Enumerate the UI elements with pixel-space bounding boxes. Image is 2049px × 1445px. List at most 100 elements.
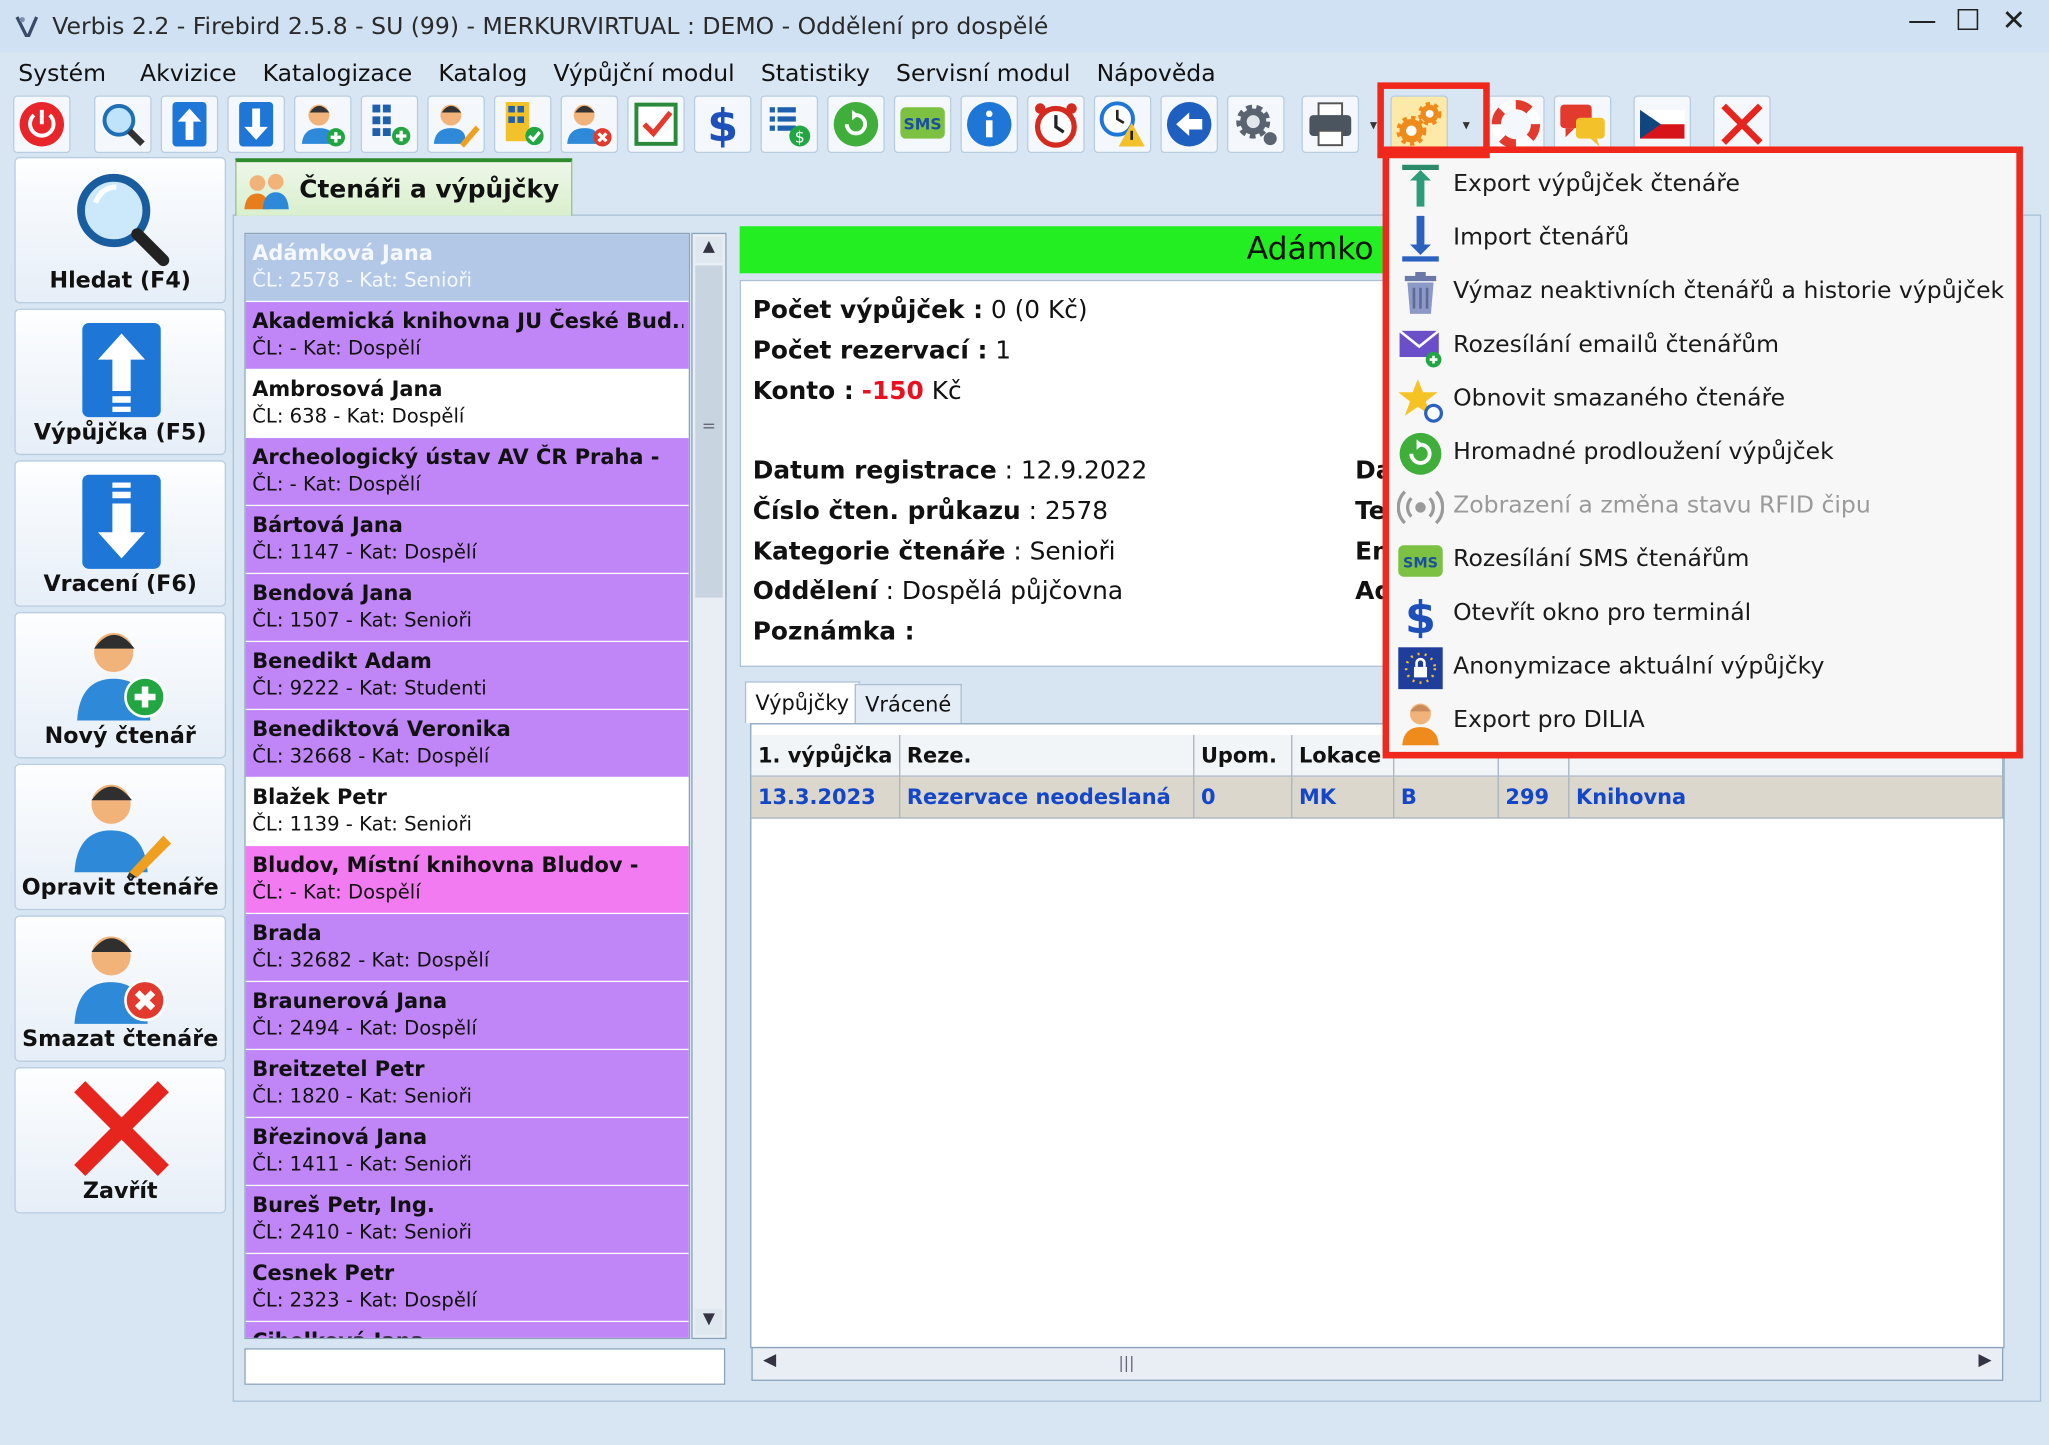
list-item[interactable]: Ambrosová Jana ČL: 638 - Kat: Dospělí [245,370,689,439]
loan-tool-button[interactable] [160,95,219,154]
reader-name: Braunerová Jana [252,988,448,1014]
list-item[interactable]: Akademická knihovna JU České Bud... ČL: -… [245,302,689,371]
list-item[interactable]: Bártová Jana ČL: 1147 - Kat: Dospělí [245,506,689,575]
list-item[interactable]: Adámková Jana ČL: 2578 - Kat: Senioři [245,234,689,303]
back-tool-button[interactable] [1160,95,1218,154]
add-list-tool-button[interactable] [360,95,419,154]
scroll-up-arrow[interactable]: ▲ [695,236,723,263]
refresh-tool-button[interactable] [827,95,885,154]
language-tool-button[interactable] [1633,95,1691,154]
nav-return-label: Vracení (F6) [43,571,197,598]
menu-system[interactable]: Systém [0,60,119,87]
maximize-button[interactable]: ☐ [1946,5,1990,38]
list-item[interactable]: Benediktová Veronika ČL: 32668 - Kat: Dos… [245,710,689,779]
menu-napoveda[interactable]: Nápověda [1084,60,1229,87]
sms-tool-button[interactable]: SMS [893,95,952,154]
reader-list[interactable]: Adámková Jana ČL: 2578 - Kat: Senioři Akad… [244,232,690,1340]
registration-value: : 12.9.2022 [1004,456,1148,486]
nav-close-label: Zavřít [82,1178,158,1205]
list-item[interactable]: Brada ČL: 32682 - Kat: Dospělí [245,914,689,983]
card-number-row: Číslo čten. průkazu : 2578 [753,497,1108,526]
reader-info: ČL: 2410 - Kat: Senioři [252,1220,472,1244]
tab-returned[interactable]: Vrácené [854,683,962,724]
col-reminder[interactable]: Upom. [1194,734,1293,777]
close-tool-button[interactable] [1713,95,1771,154]
reader-info: ČL: 32682 - Kat: Dospělí [252,948,490,972]
overdue-tool-button[interactable] [1093,95,1152,154]
tab-readers-loans[interactable]: Čtenáři a výpůjčky [235,158,573,216]
add-reader-tool-button[interactable] [294,95,352,154]
scroll-down-arrow[interactable]: ▼ [695,1309,723,1336]
nav-delete-reader-button[interactable]: Smazat čtenáře [14,915,227,1062]
check-tool-button[interactable] [627,95,685,154]
remove-reader-tool-button[interactable] [560,95,619,154]
scroll-thumb[interactable]: = [695,265,723,598]
highlight-frame-dropdown [1382,146,2023,759]
account-row: Konto : -150 Kč [753,377,962,406]
nav-return-button[interactable]: Vracení (F6) [14,460,227,607]
reader-info: ČL: 2578 - Kat: Senioři [252,268,472,292]
menu-statistiky[interactable]: Statistiky [748,60,883,87]
col-location[interactable]: Lokace [1292,734,1395,777]
list-item[interactable]: Březinová Jana ČL: 1411 - Kat: Senioři [245,1118,689,1187]
return-tool-button[interactable] [227,95,285,154]
list-item[interactable]: Bureš Petr, Ing. ČL: 2410 - Kat: Senioři [245,1186,689,1255]
magnifier-icon [77,173,170,267]
menu-katalog[interactable]: Katalog [425,60,540,87]
menu-akvizice[interactable]: Akvizice [119,60,249,87]
print-tool-button[interactable] [1301,95,1360,154]
settings-tool-button[interactable] [1227,95,1285,154]
list-check-icon [505,102,544,146]
cell-reminder: 0 [1194,776,1293,819]
settings-gear-icon [1236,104,1277,146]
title-bar: Verbis 2.2 - Firebird 2.5.8 - SU (99) - … [0,0,2049,53]
messages-tool-button[interactable] [1553,95,1612,154]
nav-search-button[interactable]: Hledat (F4) [14,156,227,304]
table-row[interactable]: 13.3.2023 Rezervace neodeslaná 0 MK B 29… [751,776,2004,819]
list-item[interactable]: Braunerová Jana ČL: 2494 - Kat: Dospělí [245,982,689,1051]
search-icon [102,103,145,147]
nav-loan-button[interactable]: Výpůjčka (F5) [14,308,227,456]
list-item[interactable]: Bendová Jana ČL: 1507 - Kat: Senioři [245,574,689,643]
menu-servisni-modul[interactable]: Servisní modul [883,60,1084,87]
nav-close-button[interactable]: Zavřít [14,1067,227,1214]
scroll-right-arrow[interactable]: ▶ [1971,1351,2000,1377]
list-item[interactable]: Benedikt Adam ČL: 9222 - Kat: Studenti [245,642,689,711]
scroll-left-arrow[interactable]: ◀ [755,1351,784,1377]
scroll-thumb-grip: = [701,417,717,437]
list-money-tool-button[interactable]: $ [760,95,819,154]
list-item[interactable]: Bludov, Místní knihovna Bludov - ČL: - Ka… [245,846,689,915]
list-item[interactable]: Blažek Petr ČL: 1139 - Kat: Senioři [245,778,689,847]
list-item[interactable]: Cihelková Jana [245,1322,689,1338]
reservations-count-row: Počet rezervací : 1 [753,336,1011,365]
reader-name: Ambrosová Jana [252,376,443,402]
reader-filter-input[interactable] [244,1348,726,1385]
search-tool-button[interactable] [94,95,152,154]
list-item[interactable]: Archeologický ústav AV ČR Praha - ČL: - K… [245,438,689,507]
nav-new-reader-button[interactable]: Nový čtenář [14,612,227,759]
col-first-loan[interactable]: 1. výpůjčka [751,734,901,777]
alarm-clock-icon [1034,103,1077,148]
alarm-tool-button[interactable] [1027,95,1085,154]
back-arrow-icon [1166,102,1212,147]
power-button[interactable] [13,95,71,154]
loans-table-hscrollbar[interactable]: ◀ ||| ▶ [751,1346,2004,1381]
help-tool-button[interactable] [1487,95,1545,154]
nav-edit-reader-button[interactable]: Opravit čtenáře [14,763,227,911]
close-window-button[interactable]: ✕ [1992,5,2036,38]
menu-katalogizace[interactable]: Katalogizace [250,60,426,87]
minimize-button[interactable]: — [1900,5,1944,38]
menu-vypujcni-modul[interactable]: Výpůjční modul [540,60,747,87]
edit-reader-tool-button[interactable] [427,95,485,154]
cell-reservation: Rezervace neodeslaná [900,776,1195,819]
col-reservation[interactable]: Reze. [900,734,1195,777]
info-tool-button[interactable] [960,95,1018,154]
reader-list-scrollbar[interactable]: ▲ = ▼ [691,232,727,1340]
payments-tool-button[interactable]: $ [693,95,752,154]
list-check-tool-button[interactable] [493,95,552,154]
add-list-icon [372,104,411,146]
list-item[interactable]: Breitzetel Petr ČL: 1820 - Kat: Senioři [245,1050,689,1119]
tab-loans[interactable]: Výpůjčky [744,681,860,724]
warning-clock-icon [1099,101,1145,147]
list-item[interactable]: Cesnek Petr ČL: 2323 - Kat: Dospělí [245,1254,689,1323]
